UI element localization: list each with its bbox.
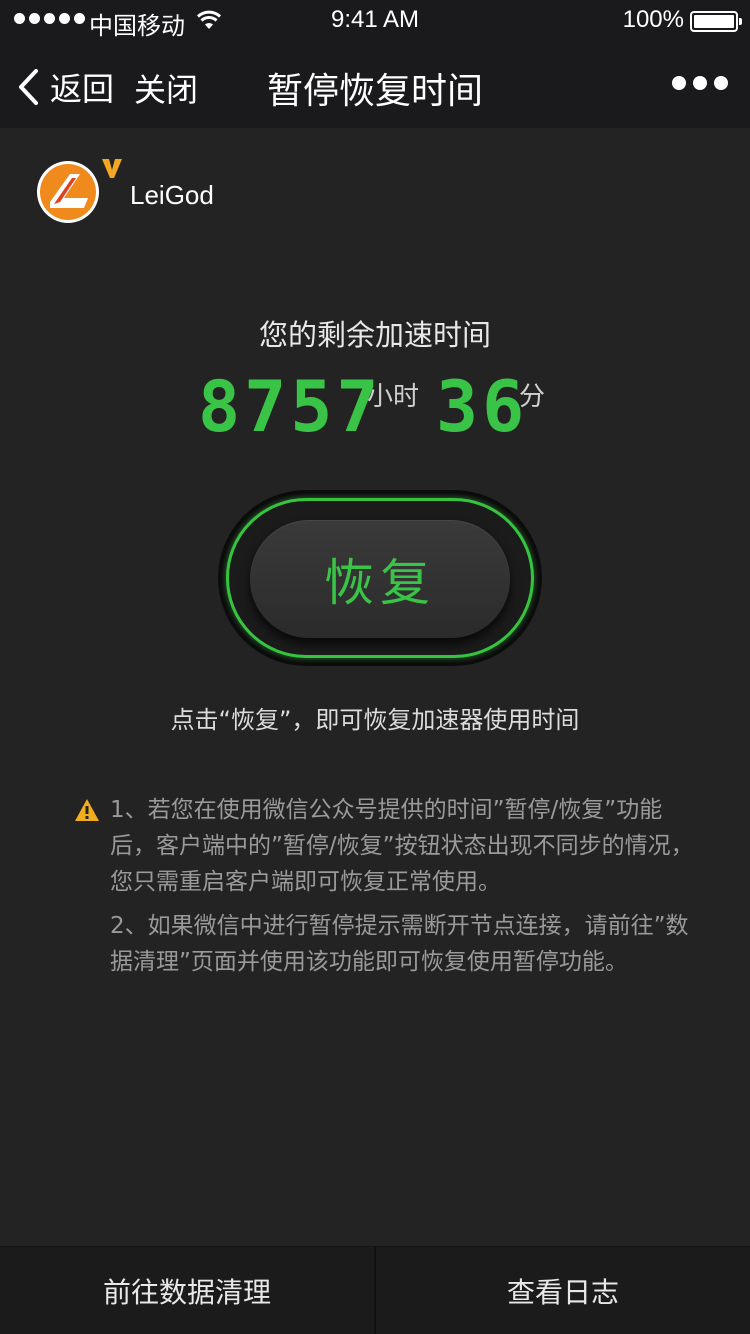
- battery-percent: 100%: [622, 6, 684, 33]
- status-bar: 中国移动 9:41 AM 100%: [0, 0, 750, 40]
- resume-hint: 点击“恢复”，即可恢复加速器使用时间: [170, 706, 580, 734]
- note-item: 1、若您在使用微信公众号提供的时间”暂停/恢复”功能后，客户端中的”暂停/恢复”…: [110, 797, 694, 895]
- hours-unit: 小时: [367, 382, 420, 412]
- brand-name: LeiGod: [130, 180, 214, 210]
- data-cleanup-button[interactable]: 前往数据清理: [0, 1247, 374, 1334]
- bottom-bar: 前往数据清理 查看日志: [0, 1246, 750, 1334]
- more-options-icon[interactable]: [672, 76, 728, 90]
- note-item: 2、如果微信中进行暂停提示需断开节点连接，请前往”数据清理”页面并使用该功能即可…: [110, 913, 689, 975]
- warning-icon: [75, 799, 99, 821]
- resume-button-frame: 恢复: [220, 492, 540, 664]
- minutes-unit: 分: [519, 382, 546, 412]
- resume-button[interactable]: 恢复: [250, 520, 510, 638]
- remaining-time-display: 8757 小时 36 分: [0, 362, 750, 442]
- resume-button-label: 恢复: [324, 554, 436, 612]
- minutes-value: 36: [436, 366, 529, 448]
- view-log-button[interactable]: 查看日志: [374, 1247, 750, 1334]
- vip-v-icon: [102, 159, 122, 178]
- leigod-logo: [37, 161, 99, 223]
- notes-section: 1、若您在使用微信公众号提供的时间”暂停/恢复”功能后，客户端中的”暂停/恢复”…: [74, 792, 694, 980]
- brand-header: LeiGod: [36, 159, 214, 224]
- battery-icon: [690, 11, 742, 32]
- nav-bar: 返回 关闭 暂停恢复时间: [0, 40, 750, 128]
- hours-value: 8757: [198, 366, 383, 448]
- page-title: 暂停恢复时间: [266, 71, 483, 112]
- remaining-time-label: 您的剩余加速时间: [258, 318, 491, 352]
